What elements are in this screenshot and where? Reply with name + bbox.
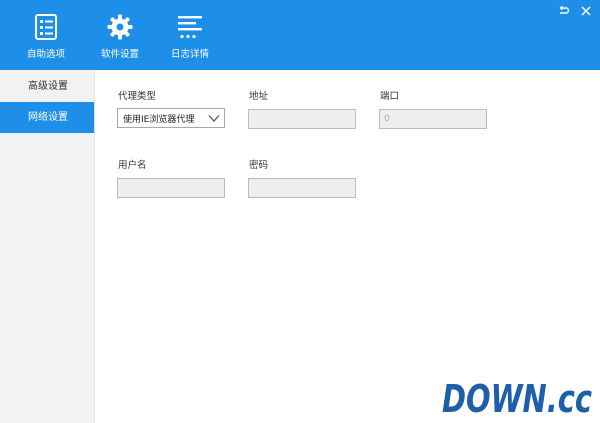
sidebar: 高级设置 网络设置 bbox=[0, 70, 95, 423]
watermark-logo: DOWN.cc bbox=[440, 376, 596, 418]
chevron-down-icon bbox=[208, 114, 220, 123]
toolbar-button-self-help[interactable]: 自助选项 bbox=[16, 14, 76, 60]
toolbar-label: 软件设置 bbox=[100, 49, 139, 60]
log-lines-icon bbox=[177, 14, 203, 40]
close-icon bbox=[581, 6, 591, 16]
restore-button[interactable] bbox=[558, 5, 570, 17]
network-settings-panel: 代理类型 使用IE浏览器代理 地址 端口 用户名 密码 bbox=[95, 70, 600, 423]
username-input[interactable] bbox=[117, 178, 225, 198]
toolbar-label: 日志详情 bbox=[170, 49, 209, 60]
toolbar-button-log-details[interactable]: 日志详情 bbox=[160, 14, 220, 60]
sidebar-item-network-settings[interactable]: 网络设置 bbox=[0, 102, 94, 133]
proxy-type-select[interactable]: 使用IE浏览器代理 bbox=[117, 108, 225, 128]
toolbar-label: 自助选项 bbox=[26, 49, 65, 60]
top-toolbar: 自助选项 软件设置 日志详情 bbox=[0, 0, 600, 70]
password-label: 密码 bbox=[249, 160, 269, 171]
sidebar-item-advanced-settings[interactable]: 高级设置 bbox=[0, 71, 94, 102]
address-label: 地址 bbox=[249, 91, 269, 102]
gear-icon bbox=[107, 14, 133, 40]
port-label: 端口 bbox=[380, 91, 400, 102]
proxy-type-label: 代理类型 bbox=[118, 91, 157, 102]
username-label: 用户名 bbox=[118, 160, 147, 171]
restore-icon bbox=[559, 5, 570, 14]
password-input[interactable] bbox=[248, 178, 356, 198]
checklist-icon bbox=[33, 14, 59, 40]
address-input[interactable] bbox=[248, 109, 356, 129]
proxy-type-value: 使用IE浏览器代理 bbox=[123, 115, 195, 125]
toolbar-button-software-settings[interactable]: 软件设置 bbox=[90, 14, 150, 60]
svg-text:DOWN.cc: DOWN.cc bbox=[442, 377, 592, 418]
port-input[interactable] bbox=[379, 109, 487, 129]
close-button[interactable] bbox=[580, 5, 592, 17]
